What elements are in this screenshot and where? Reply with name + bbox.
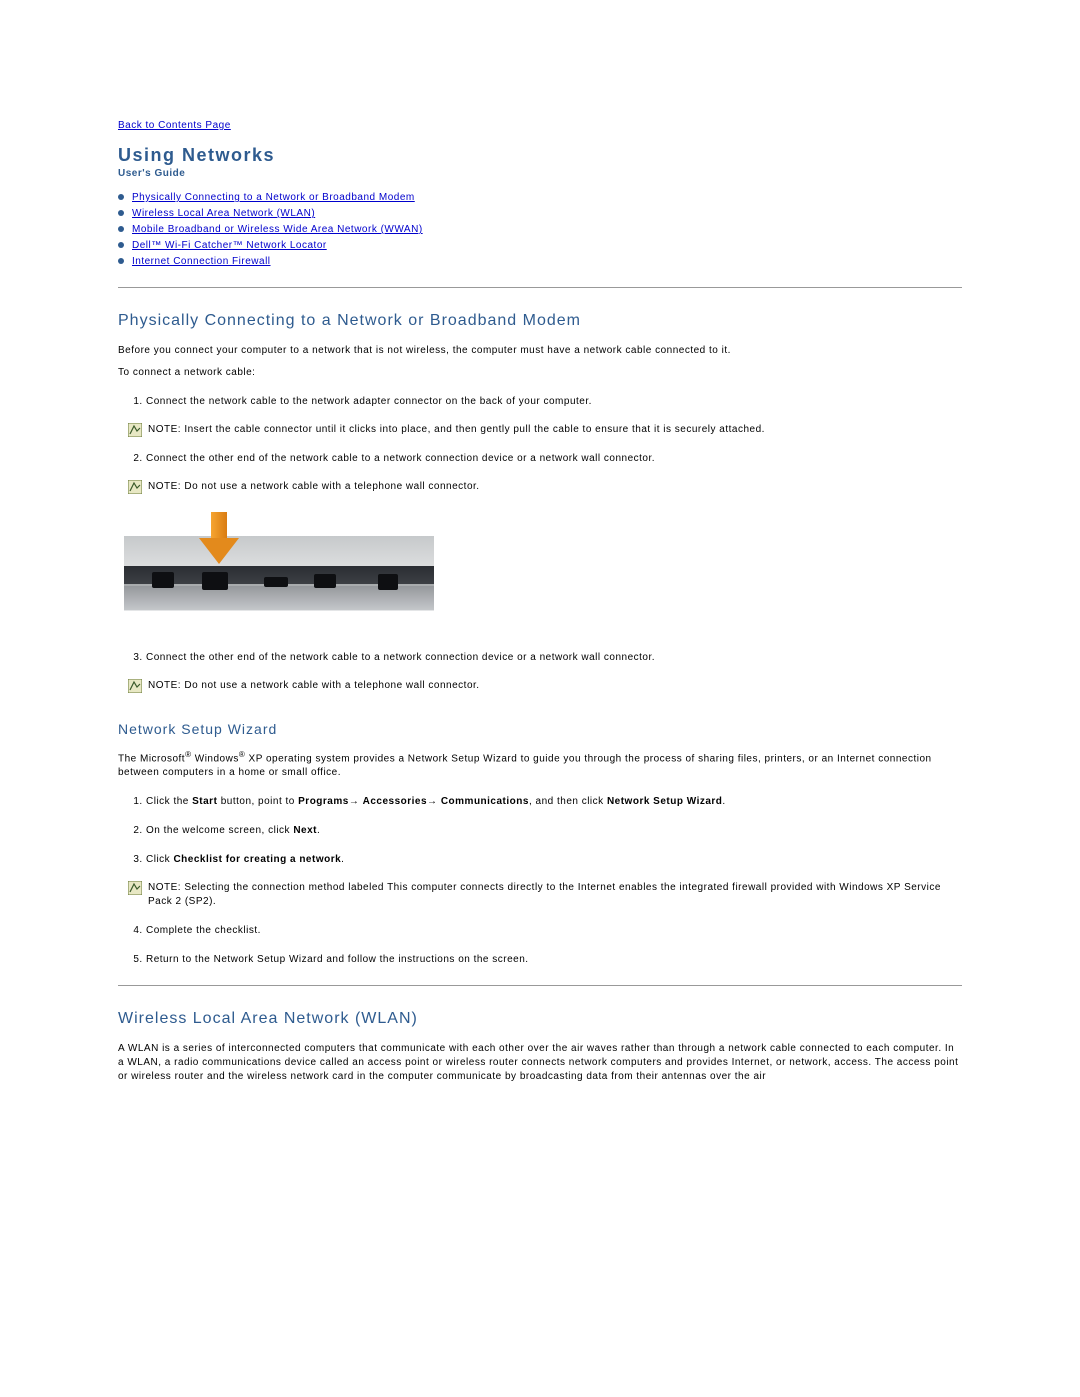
note-icon (128, 480, 142, 494)
note-body: Do not use a network cable with a teleph… (181, 680, 480, 691)
text: → (427, 796, 441, 807)
toc-link-wwan[interactable]: Mobile Broadband or Wireless Wide Area N… (132, 224, 423, 235)
note-label: NOTE: (148, 882, 181, 893)
text-bold: Start (192, 796, 217, 807)
text-bold: Next (293, 825, 317, 836)
section1-steps-2: Connect the other end of the network cab… (118, 451, 962, 466)
text: . (722, 796, 725, 807)
page-title: Using Networks (118, 145, 962, 166)
toc-list: Physically Connecting to a Network or Br… (118, 191, 962, 269)
text: Click the (146, 796, 192, 807)
section2-p1: The Microsoft® Windows® XP operating sys… (118, 749, 962, 780)
section-wlan-heading: Wireless Local Area Network (WLAN) (118, 1010, 962, 1028)
note-label: NOTE: (148, 680, 181, 691)
section-physical-heading: Physically Connecting to a Network or Br… (118, 312, 962, 330)
text-bold: Network Setup Wizard (607, 796, 722, 807)
divider (118, 985, 962, 986)
section2-step2: On the welcome screen, click Next. (146, 823, 962, 838)
text: . (341, 854, 344, 865)
text: → (349, 796, 363, 807)
subtitle: User's Guide (118, 168, 962, 179)
note-icon (128, 679, 142, 693)
text: On the welcome screen, click (146, 825, 293, 836)
section1-step2: Connect the other end of the network cab… (146, 451, 962, 466)
port (378, 574, 398, 590)
text: button, point to (217, 796, 298, 807)
text-bold: Checklist for creating a network (173, 854, 341, 865)
text-bold: Accessories (363, 796, 427, 807)
section1-intro: Before you connect your computer to a ne… (118, 344, 962, 358)
note-label: NOTE: (148, 424, 181, 435)
arrow-icon (204, 512, 234, 566)
text-bold: Programs (298, 796, 349, 807)
section1-step3: Connect the other end of the network cab… (146, 650, 962, 665)
note-body: Do not use a network cable with a teleph… (181, 481, 480, 492)
text: , and then click (529, 796, 607, 807)
note-label: NOTE: (148, 481, 181, 492)
text: . (317, 825, 320, 836)
note-row: NOTE: Do not use a network cable with a … (128, 679, 962, 693)
note-text: NOTE: Insert the cable connector until i… (148, 423, 765, 437)
note-row: NOTE: Do not use a network cable with a … (128, 480, 962, 494)
section-network-wizard-heading: Network Setup Wizard (118, 721, 962, 737)
text: Windows (191, 753, 238, 764)
port (202, 572, 228, 590)
toc-link-wifi-catcher[interactable]: Dell™ Wi-Fi Catcher™ Network Locator (132, 240, 327, 251)
note-body: Insert the cable connector until it clic… (181, 424, 765, 435)
section1-steps-3: Connect the other end of the network cab… (118, 650, 962, 665)
section2-step3: Click Checklist for creating a network. (146, 852, 962, 867)
laptop-ports-illustration (124, 512, 434, 632)
note-body: Selecting the connection method labeled … (148, 882, 941, 907)
section2-steps: Click the Start button, point to Program… (118, 794, 962, 867)
note-row: NOTE: Selecting the connection method la… (128, 881, 962, 909)
section3-p1: A WLAN is a series of interconnected com… (118, 1042, 962, 1084)
section2-step4: Complete the checklist. (146, 923, 962, 938)
section1-intro2: To connect a network cable: (118, 366, 962, 380)
section1-step1: Connect the network cable to the network… (146, 394, 962, 409)
text: Click (146, 854, 173, 865)
note-text: NOTE: Do not use a network cable with a … (148, 480, 480, 494)
port (152, 572, 174, 588)
section2-step1: Click the Start button, point to Program… (146, 794, 962, 809)
section2-step5: Return to the Network Setup Wizard and f… (146, 952, 962, 967)
port (264, 577, 288, 587)
text-bold: Communications (441, 796, 529, 807)
port (314, 574, 336, 588)
section1-steps: Connect the network cable to the network… (118, 394, 962, 409)
toc-link-firewall[interactable]: Internet Connection Firewall (132, 256, 271, 267)
text: The Microsoft (118, 753, 185, 764)
note-icon (128, 881, 142, 895)
note-text: NOTE: Do not use a network cable with a … (148, 679, 480, 693)
note-row: NOTE: Insert the cable connector until i… (128, 423, 962, 437)
note-icon (128, 423, 142, 437)
section2-steps-2: Complete the checklist. Return to the Ne… (118, 923, 962, 967)
toc-link-wlan[interactable]: Wireless Local Area Network (WLAN) (132, 208, 315, 219)
back-to-contents-link[interactable]: Back to Contents Page (118, 120, 231, 131)
note-text: NOTE: Selecting the connection method la… (148, 881, 962, 909)
toc-link-physical[interactable]: Physically Connecting to a Network or Br… (132, 192, 415, 203)
divider (118, 287, 962, 288)
